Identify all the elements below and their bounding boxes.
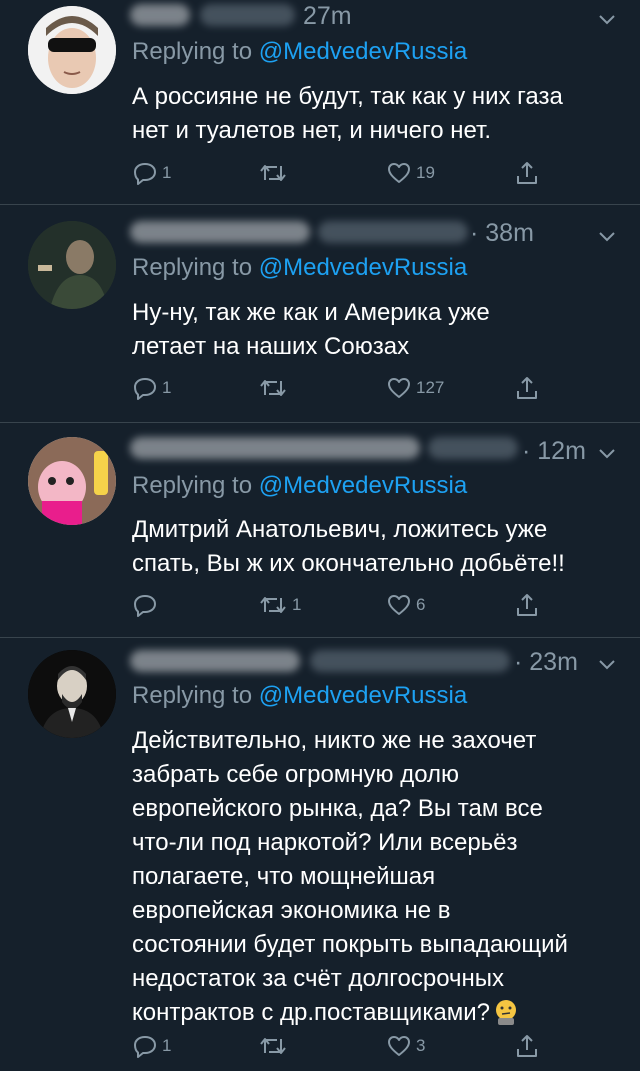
tweet-actions: 1 6 (132, 590, 562, 620)
chevron-down-icon[interactable] (598, 444, 616, 462)
retweet-icon (260, 1038, 286, 1054)
share-button[interactable] (514, 1031, 540, 1061)
chevron-down-icon[interactable] (598, 10, 616, 28)
share-button[interactable] (514, 158, 540, 188)
avatar[interactable] (28, 221, 116, 309)
replying-handle-link[interactable]: @MedvedevRussia (259, 38, 467, 65)
tweet-text: А россияне не будут, так как у них газа … (132, 83, 563, 144)
tweet-text: Действительно, никто же не захочет забра… (132, 724, 612, 1030)
replying-handle-link[interactable]: @MedvedevRussia (259, 254, 467, 281)
share-icon (517, 1035, 537, 1057)
tweet[interactable]: · 12m Replying to @MedvedevRussia Дмитри… (0, 423, 640, 638)
blurred-handle (200, 4, 295, 26)
chevron-down-icon[interactable] (598, 227, 616, 245)
tweet[interactable]: · 38m Replying to @MedvedevRussia Ну-ну,… (0, 205, 640, 423)
avatar[interactable] (28, 6, 116, 94)
reply-count: 1 (162, 1036, 172, 1055)
retweet-count: 1 (292, 595, 302, 614)
blurred-username (130, 650, 300, 672)
replying-to: Replying to @MedvedevRussia (132, 682, 468, 709)
blurred-handle (318, 221, 468, 243)
replying-to: Replying to @MedvedevRussia (132, 472, 468, 499)
blurred-username (130, 4, 190, 26)
tweet[interactable]: · 23m Replying to @MedvedevRussia Действ… (0, 638, 640, 1071)
like-button[interactable]: 6 (386, 590, 425, 620)
reply-count: 1 (162, 163, 172, 182)
heart-icon (388, 163, 410, 183)
like-count: 3 (416, 1036, 426, 1055)
reply-button[interactable]: 1 (132, 158, 171, 188)
replying-to: Replying to @MedvedevRussia (132, 38, 468, 65)
share-icon (517, 162, 537, 184)
retweet-button[interactable] (258, 158, 292, 188)
share-icon (517, 594, 537, 616)
tweet-text-body: Действительно, никто же не захочет забра… (132, 727, 568, 1026)
reply-icon (134, 1036, 156, 1058)
like-button[interactable]: 127 (386, 373, 444, 403)
tweet-time: · 12m (522, 437, 586, 465)
chevron-down-icon[interactable] (598, 655, 616, 673)
retweet-icon (260, 597, 286, 613)
reply-icon (134, 378, 156, 400)
share-button[interactable] (514, 590, 540, 620)
tweet-time: · 23m (514, 648, 578, 676)
share-button[interactable] (514, 373, 540, 403)
tweet-time: · 38m (470, 219, 534, 247)
replying-to: Replying to @MedvedevRussia (132, 254, 468, 281)
like-count: 19 (416, 163, 435, 182)
tweet[interactable]: 27m Replying to @MedvedevRussia А россия… (0, 0, 640, 205)
reply-icon (134, 595, 156, 617)
avatar[interactable] (28, 650, 116, 738)
heart-icon (388, 378, 410, 398)
retweet-button[interactable] (258, 373, 292, 403)
tweet-actions: 1 3 (132, 1031, 562, 1061)
tweet-text: Дмитрий Анатольевич, ложитесь уже спать,… (132, 516, 565, 577)
blurred-handle (428, 437, 518, 459)
replying-handle-link[interactable]: @MedvedevRussia (259, 682, 467, 709)
retweet-button[interactable] (258, 1031, 292, 1061)
reply-button[interactable]: 1 (132, 1031, 171, 1061)
replying-handle-link[interactable]: @MedvedevRussia (259, 472, 467, 499)
heart-icon (388, 595, 410, 615)
like-count: 6 (416, 595, 426, 614)
retweet-button[interactable]: 1 (258, 590, 301, 620)
tweet-actions: 1 127 (132, 373, 562, 403)
avatar[interactable] (28, 437, 116, 525)
tweet-text: Ну-ну, так же как и Америка уже летает н… (132, 299, 490, 360)
like-count: 127 (416, 378, 445, 397)
retweet-icon (260, 165, 286, 181)
blurred-username (130, 221, 310, 243)
tweet-actions: 1 19 (132, 158, 562, 188)
reply-button[interactable] (132, 590, 162, 620)
like-button[interactable]: 19 (386, 158, 435, 188)
thinking-face-emoji-icon (495, 1000, 516, 1025)
retweet-icon (260, 380, 286, 396)
reply-button[interactable]: 1 (132, 373, 171, 403)
heart-icon (388, 1036, 410, 1056)
reply-icon (134, 163, 156, 185)
tweet-time: 27m (303, 2, 352, 30)
reply-count: 1 (162, 378, 172, 397)
blurred-username (130, 437, 420, 459)
share-icon (517, 377, 537, 399)
like-button[interactable]: 3 (386, 1031, 425, 1061)
blurred-handle (310, 650, 510, 672)
